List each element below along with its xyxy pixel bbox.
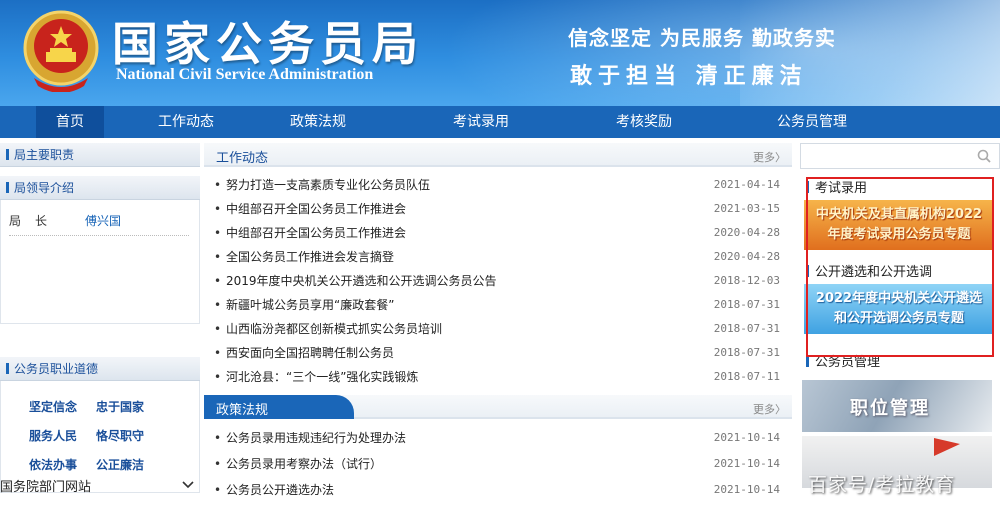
news-item[interactable]: • 新疆叶城公务员享用“廉政套餐” 2018-07-31 bbox=[204, 293, 792, 317]
section-bar-icon bbox=[806, 181, 809, 193]
nav-home[interactable]: 首页 bbox=[36, 106, 104, 138]
work-news-section: 工作动态 更多〉 • 努力打造一支高素质专业化公务员队伍 2021-04-14 • 中… bbox=[204, 143, 792, 389]
policy-item[interactable]: • 公务员录用违规违纪行为处理办法 2021-10-14 bbox=[204, 425, 792, 451]
site-header: 国家公务员局 National Civil Service Administra… bbox=[0, 0, 1000, 106]
duties-link[interactable]: 局主要职责 bbox=[0, 143, 200, 167]
leaders-heading[interactable]: 局领导介绍 bbox=[0, 176, 200, 200]
chevron-down-icon bbox=[182, 481, 194, 489]
policy-header: 政策法规 更多〉 bbox=[204, 395, 792, 419]
search-input[interactable] bbox=[800, 143, 1000, 169]
nav-exam[interactable]: 考试录用 bbox=[368, 106, 594, 138]
work-news-more-link[interactable]: 更多〉 bbox=[753, 149, 786, 165]
dept-sites-dropdown[interactable]: 国务院部门网站 bbox=[0, 474, 200, 496]
leader-box: 局长 傅兴国 bbox=[0, 200, 200, 324]
selection-promo-banner[interactable]: 2022年度中央机关公开遴选 和公开选调公务员专题 bbox=[804, 284, 994, 334]
site-title-english: National Civil Service Administration bbox=[116, 66, 374, 83]
leader-role: 局长 bbox=[9, 214, 62, 228]
work-news-title[interactable]: 工作动态 bbox=[216, 147, 268, 166]
dept-sites-label: 国务院部门网站 bbox=[0, 479, 92, 495]
flag-icon bbox=[934, 438, 960, 456]
news-item[interactable]: • 山西临汾尧都区创新模式抓实公务员培训 2018-07-31 bbox=[204, 317, 792, 341]
ethics-item[interactable]: 忠于国家 bbox=[96, 393, 163, 422]
position-management-label: 职位管理 bbox=[850, 398, 930, 419]
main-content: 工作动态 更多〉 • 努力打造一支高素质专业化公务员队伍 2021-04-14 • 中… bbox=[204, 143, 792, 503]
leader-row: 局长 傅兴国 bbox=[9, 212, 189, 236]
ethics-item[interactable]: 坚定信念 bbox=[29, 393, 96, 422]
leader-name-link[interactable]: 傅兴国 bbox=[85, 212, 121, 229]
nav-reward[interactable]: 考核奖励 bbox=[594, 106, 694, 138]
management-heading[interactable]: 公务员管理 bbox=[800, 352, 1000, 374]
watermark: 百家号/考拉教育 bbox=[808, 474, 956, 496]
site-title: 国家公务员局 bbox=[112, 17, 424, 71]
slogan-line-1: 信念坚定 为民服务 勤政务实 bbox=[568, 26, 836, 50]
nav-civil-servant-management[interactable]: 公务员管理 bbox=[694, 106, 930, 138]
news-item[interactable]: • 中组部召开全国公务员工作推进会 2020-04-28 bbox=[204, 221, 792, 245]
selection-heading[interactable]: 公开遴选和公开选调 bbox=[800, 262, 1000, 284]
section-bar-icon bbox=[6, 149, 9, 160]
position-management-banner[interactable]: 职位管理 bbox=[802, 380, 992, 432]
exam-heading[interactable]: 考试录用 bbox=[800, 178, 1000, 200]
nav-work-news[interactable]: 工作动态 bbox=[104, 106, 268, 138]
main-nav: 首页 工作动态 政策法规 考试录用 考核奖励 公务员管理 bbox=[0, 106, 1000, 138]
policy-title[interactable]: 政策法规 bbox=[216, 399, 268, 418]
news-item[interactable]: • 全国公务员工作推进会发言摘登 2020-04-28 bbox=[204, 245, 792, 269]
policy-item[interactable]: • 公务员公开遴选办法 2021-10-14 bbox=[204, 477, 792, 503]
policy-more-link[interactable]: 更多〉 bbox=[753, 401, 786, 417]
ethics-heading: 公务员职业道德 bbox=[0, 357, 200, 381]
national-emblem-icon bbox=[23, 10, 99, 92]
section-bar-icon bbox=[6, 182, 9, 193]
work-news-list: • 努力打造一支高素质专业化公务员队伍 2021-04-14 • 中组部召开全国公务员… bbox=[204, 167, 792, 389]
work-news-header: 工作动态 更多〉 bbox=[204, 143, 792, 167]
slogan-line-2: 敢于担当 清正廉洁 bbox=[570, 64, 808, 89]
section-bar-icon bbox=[6, 363, 9, 374]
search-icon[interactable] bbox=[977, 149, 991, 163]
ethics-item[interactable]: 服务人民 bbox=[29, 422, 96, 451]
policy-item[interactable]: • 公务员录用考察办法（试行） 2021-10-14 bbox=[204, 451, 792, 477]
section-bar-icon bbox=[806, 355, 809, 367]
policy-section: 政策法规 更多〉 • 公务员录用违规违纪行为处理办法 2021-10-14 • 公务员… bbox=[204, 395, 792, 503]
right-sidebar: 考试录用 中央机关及其直属机构2022 年度考试录用公务员专题 公开遴选和公开选… bbox=[800, 143, 1000, 488]
nav-policy[interactable]: 政策法规 bbox=[268, 106, 368, 138]
exam-promo-banner[interactable]: 中央机关及其直属机构2022 年度考试录用公务员专题 bbox=[804, 200, 994, 250]
news-item[interactable]: • 中组部召开全国公务员工作推进会 2021-03-15 bbox=[204, 197, 792, 221]
news-item[interactable]: • 2019年度中央机关公开遴选和公开选调公务员公告 2018-12-03 bbox=[204, 269, 792, 293]
news-item[interactable]: • 河北沧县：“三个一线”强化实践锻炼 2018-07-11 bbox=[204, 365, 792, 389]
left-sidebar: 局主要职责 局领导介绍 局长 傅兴国 公务员职业道德 坚定信念 忠于国家 服务人… bbox=[0, 143, 200, 493]
page: 国家公务员局 National Civil Service Administra… bbox=[0, 0, 1000, 512]
news-item[interactable]: • 努力打造一支高素质专业化公务员队伍 2021-04-14 bbox=[204, 173, 792, 197]
ethics-item[interactable]: 恪尽职守 bbox=[96, 422, 163, 451]
policy-list: • 公务员录用违规违纪行为处理办法 2021-10-14 • 公务员录用考察办法（试行… bbox=[204, 419, 792, 503]
news-item[interactable]: • 西安面向全国招聘聘任制公务员 2018-07-31 bbox=[204, 341, 792, 365]
section-bar-icon bbox=[806, 265, 809, 277]
